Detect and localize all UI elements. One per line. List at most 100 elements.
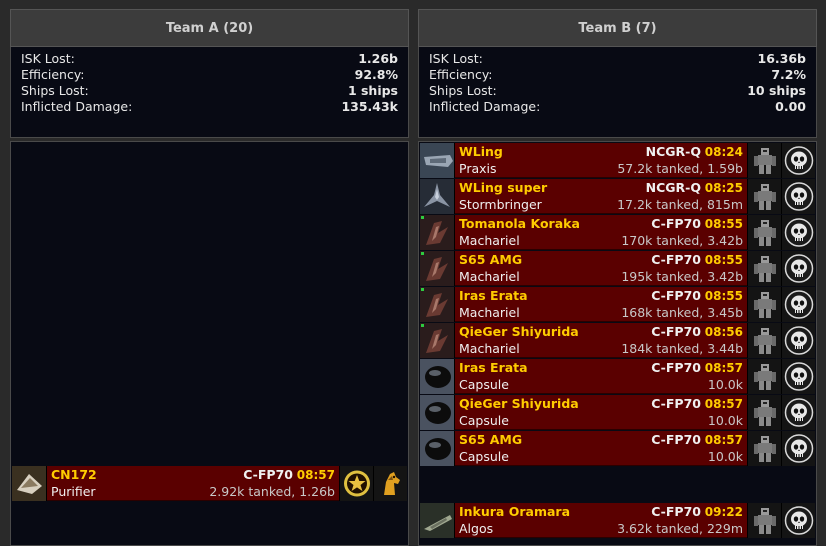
robot-emblem-icon[interactable] [747, 287, 781, 322]
killmail-line-top: Iras Erata C-FP70 08:57 [459, 359, 743, 376]
robot-emblem-icon[interactable] [747, 179, 781, 214]
ship-type[interactable]: Machariel [459, 268, 520, 285]
solar-system[interactable]: C-FP70 [651, 432, 701, 447]
stat-label: ISK Lost: [429, 51, 483, 66]
killmail-line-bottom: Praxis 57.2k tanked, 1.59b [459, 160, 743, 177]
robot-emblem-icon[interactable] [747, 215, 781, 250]
star-emblem-icon[interactable] [339, 466, 373, 501]
ship-type[interactable]: Capsule [459, 412, 509, 429]
pilot-name[interactable]: CN172 [51, 466, 97, 483]
killmail-info: WLing NCGR-Q 08:24 Praxis 57.2k tanked, 1.5… [455, 143, 747, 177]
ship-type[interactable]: Machariel [459, 304, 520, 321]
kill-time: 08:55 [704, 289, 743, 303]
killmail-line-bottom: Capsule 10.0k [459, 376, 743, 393]
killmail-row[interactable]: Iras Erata C-FP70 08:57 Capsule 10.0k [420, 359, 815, 394]
killmail-row[interactable]: Tomanola Koraka C-FP70 08:55 Machariel 170k… [420, 215, 815, 250]
capsule-icon[interactable] [420, 395, 455, 430]
machariel-icon[interactable] [420, 323, 455, 358]
killmail-row[interactable]: S65 AMG C-FP70 08:55 Machariel 195k tanked,… [420, 251, 815, 286]
skull-emblem-icon[interactable] [781, 215, 815, 250]
pilot-name[interactable]: Iras Erata [459, 287, 528, 304]
robot-emblem-icon[interactable] [747, 251, 781, 286]
stat-value: 1 ships [347, 83, 398, 98]
skull-emblem-icon[interactable] [781, 431, 815, 466]
ship-type[interactable]: Capsule [459, 448, 509, 465]
robot-emblem-icon[interactable] [747, 431, 781, 466]
solar-system[interactable]: NCGR-Q [646, 144, 701, 159]
machariel-icon[interactable] [420, 287, 455, 322]
ship-type[interactable]: Stormbringer [459, 196, 542, 213]
skull-emblem-icon[interactable] [781, 395, 815, 430]
pilot-name[interactable]: Iras Erata [459, 359, 528, 376]
solar-system[interactable]: C-FP70 [651, 288, 701, 303]
killmail-row[interactable]: QieGer Shiyurida C-FP70 08:57 Capsule 10.0k [420, 395, 815, 430]
pilot-name[interactable]: WLing super [459, 179, 547, 196]
machariel-icon[interactable] [420, 251, 455, 286]
stat-value: 16.36b [757, 51, 807, 66]
skull-emblem-icon[interactable] [781, 143, 815, 178]
killmail-row[interactable]: WLing NCGR-Q 08:24 Praxis 57.2k tanked, 1.5… [420, 143, 815, 178]
killmail-info: WLing super NCGR-Q 08:25 Stormbringer 17.2k… [455, 179, 747, 213]
kill-time: 09:22 [704, 505, 743, 519]
killmail-row[interactable]: Iras Erata C-FP70 08:55 Machariel 168k tank… [420, 287, 815, 322]
battleship-icon[interactable] [420, 143, 455, 178]
killmail-row[interactable]: CN172 C-FP70 08:57 Purifier 2.92k tanked, 1… [12, 466, 407, 501]
ship-type[interactable]: Machariel [459, 232, 520, 249]
robot-emblem-icon[interactable] [747, 395, 781, 430]
capsule-icon[interactable] [420, 431, 455, 466]
solar-system[interactable]: C-FP70 [651, 360, 701, 375]
status-dot [421, 252, 424, 255]
killmail-line-bottom: Machariel 170k tanked, 3.42b [459, 232, 743, 249]
solar-system[interactable]: C-FP70 [651, 504, 701, 519]
skull-emblem-icon[interactable] [781, 323, 815, 358]
team-b-stats: ISK Lost: 16.36b Efficiency: 7.2% Ships Lo… [418, 47, 817, 138]
ship-type[interactable]: Algos [459, 520, 493, 537]
robot-emblem-icon[interactable] [747, 143, 781, 178]
killmail-row[interactable]: S65 AMG C-FP70 08:57 Capsule 10.0k [420, 431, 815, 466]
pilot-name[interactable]: Tomanola Koraka [459, 215, 580, 232]
pilot-name[interactable]: QieGer Shiyurida [459, 323, 579, 340]
killmail-row[interactable]: WLing super NCGR-Q 08:25 Stormbringer 17.2k… [420, 179, 815, 214]
kill-time: 08:57 [296, 468, 335, 482]
skull-emblem-icon[interactable] [781, 359, 815, 394]
stat-label: Ships Lost: [21, 83, 89, 98]
horse-emblem-icon[interactable] [373, 466, 407, 501]
ship-type[interactable]: Capsule [459, 376, 509, 393]
destroyer-icon[interactable] [420, 503, 455, 538]
solar-system[interactable]: C-FP70 [651, 324, 701, 339]
pilot-name[interactable]: S65 AMG [459, 251, 522, 268]
pilot-name[interactable]: S65 AMG [459, 431, 522, 448]
solar-system[interactable]: C-FP70 [651, 252, 701, 267]
cruiser-icon[interactable] [420, 179, 455, 214]
ship-type[interactable]: Purifier [51, 483, 96, 500]
skull-emblem-icon[interactable] [781, 503, 815, 538]
skull-emblem-icon[interactable] [781, 251, 815, 286]
stat-row: Ships Lost: 1 ships [21, 83, 398, 99]
ship-type[interactable]: Machariel [459, 340, 520, 357]
stat-row: Inflicted Damage: 135.43k [21, 99, 398, 115]
pilot-name[interactable]: QieGer Shiyurida [459, 395, 579, 412]
damage-value: 10.0k [707, 377, 743, 392]
pilot-name[interactable]: Inkura Oramara [459, 503, 570, 520]
robot-emblem-icon[interactable] [747, 359, 781, 394]
skull-emblem-icon[interactable] [781, 179, 815, 214]
capsule-icon[interactable] [420, 359, 455, 394]
machariel-icon[interactable] [420, 215, 455, 250]
robot-emblem-icon[interactable] [747, 503, 781, 538]
kill-time: 08:56 [704, 325, 743, 339]
killmail-line-bottom: Capsule 10.0k [459, 412, 743, 429]
kill-time: 08:57 [704, 433, 743, 447]
damage-value: 195k tanked, 3.42b [621, 269, 743, 284]
killmail-line-top: WLing NCGR-Q 08:24 [459, 143, 743, 160]
skull-emblem-icon[interactable] [781, 287, 815, 322]
bomber-ship-icon[interactable] [12, 466, 47, 501]
ship-type[interactable]: Praxis [459, 160, 497, 177]
robot-emblem-icon[interactable] [747, 323, 781, 358]
solar-system[interactable]: NCGR-Q [646, 180, 701, 195]
pilot-name[interactable]: WLing [459, 143, 503, 160]
solar-system[interactable]: C-FP70 [651, 216, 701, 231]
solar-system[interactable]: C-FP70 [243, 467, 293, 482]
killmail-row[interactable]: QieGer Shiyurida C-FP70 08:56 Machariel 184… [420, 323, 815, 358]
killmail-row[interactable]: Inkura Oramara C-FP70 09:22 Algos 3.62k tan… [420, 503, 815, 538]
solar-system[interactable]: C-FP70 [651, 396, 701, 411]
